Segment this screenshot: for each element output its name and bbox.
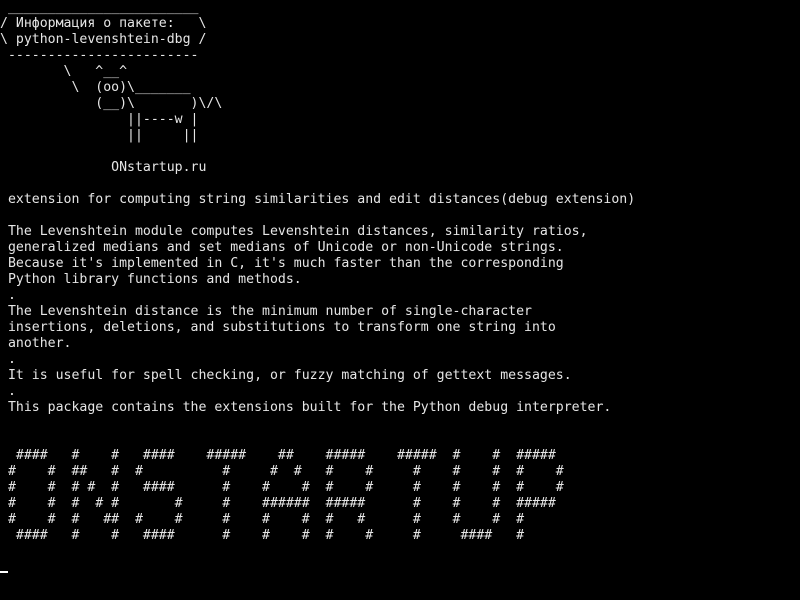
banner-ascii-line: # # ## # # # # # # # # # # # # xyxy=(0,464,564,479)
description-line: The Levenshtein module computes Levensht… xyxy=(0,224,588,239)
description-line: Python library functions and methods. xyxy=(0,272,302,287)
description-line: The Levenshtein distance is the minimum … xyxy=(0,304,532,319)
cowsay-cow-line: \ ^__^ xyxy=(0,64,128,79)
cowsay-cow-line: ||----w | xyxy=(0,112,199,127)
cowsay-bubble-line-1: / Информация о пакете: \ xyxy=(0,16,207,31)
description-separator: . xyxy=(0,384,16,399)
banner-ascii-line: # # # ## # # # # # # # # # # # xyxy=(0,512,525,527)
banner-ascii-line: # # # # # #### # # # # # # # # # # xyxy=(0,480,564,495)
description-line: insertions, deletions, and substitutions… xyxy=(0,320,556,335)
site-watermark-text: ONstartup.ru xyxy=(0,160,207,175)
description-line: generalized medians and set medians of U… xyxy=(0,240,564,255)
cowsay-bubble-top: ________________________ xyxy=(0,0,199,15)
cowsay-bubble-line-2: \ python-levenshtein-dbg / xyxy=(0,32,207,47)
terminal-cursor[interactable] xyxy=(0,571,8,573)
description-line: It is useful for spell checking, or fuzz… xyxy=(0,368,572,383)
terminal-screen[interactable]: ________________________ / Информация о … xyxy=(0,0,800,600)
banner-ascii-line: #### # # #### # # # # # # #### # xyxy=(0,528,525,543)
description-line: another. xyxy=(0,336,72,351)
package-summary: extension for computing string similarit… xyxy=(0,192,636,207)
cowsay-cow-line: \ (oo)\_______ xyxy=(0,80,191,95)
banner-ascii-line: #### # # #### ##### ## ##### ##### # # #… xyxy=(0,448,556,463)
cowsay-bubble-bottom: ------------------------ xyxy=(0,48,199,63)
description-separator: . xyxy=(0,352,16,367)
cowsay-cow-line: || || xyxy=(0,128,199,143)
cowsay-cow-line: (__)\ )\/\ xyxy=(0,96,223,111)
description-line: Because it's implemented in C, it's much… xyxy=(0,256,564,271)
description-line: This package contains the extensions bui… xyxy=(0,400,612,415)
description-separator: . xyxy=(0,288,16,303)
banner-ascii-line: # # # # # # # ###### ##### # # # ##### xyxy=(0,496,556,511)
